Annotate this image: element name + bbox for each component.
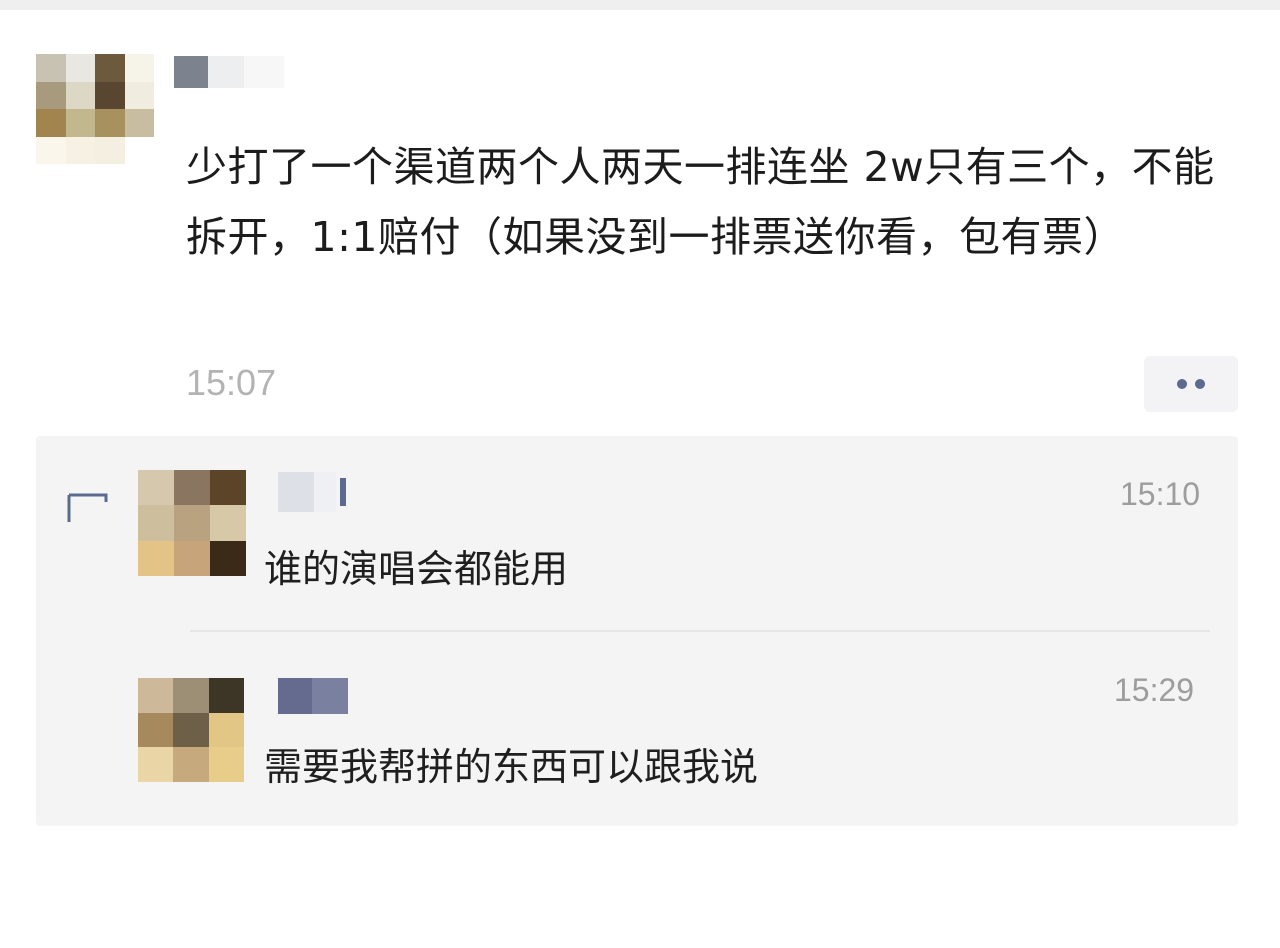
comment-divider	[190, 630, 1210, 632]
poster-avatar[interactable]	[36, 54, 154, 164]
commenter-avatar[interactable]	[138, 678, 244, 782]
status-strip	[0, 0, 1280, 10]
post-timestamp: 15:07	[186, 362, 277, 403]
commenter-name[interactable]	[278, 472, 354, 512]
poster-name[interactable]	[174, 56, 284, 88]
comment-text: 谁的演唱会都能用	[264, 547, 569, 591]
comment-text: 需要我帮拼的东西可以跟我说	[264, 745, 759, 789]
commenter-avatar[interactable]	[138, 470, 246, 576]
comment-icon	[67, 493, 110, 536]
comment-timestamp: 15:10	[1120, 476, 1201, 512]
more-actions-button[interactable]	[1144, 356, 1238, 412]
ellipsis-icon	[1177, 379, 1187, 389]
post-text: 少打了一个渠道两个人两天一排连坐 2w只有三个，不能拆开，1:1赔付（如果没到一…	[186, 143, 1215, 261]
commenter-name[interactable]	[278, 678, 348, 714]
ellipsis-icon-dot	[1195, 379, 1205, 389]
comment-timestamp: 15:29	[1114, 672, 1195, 708]
